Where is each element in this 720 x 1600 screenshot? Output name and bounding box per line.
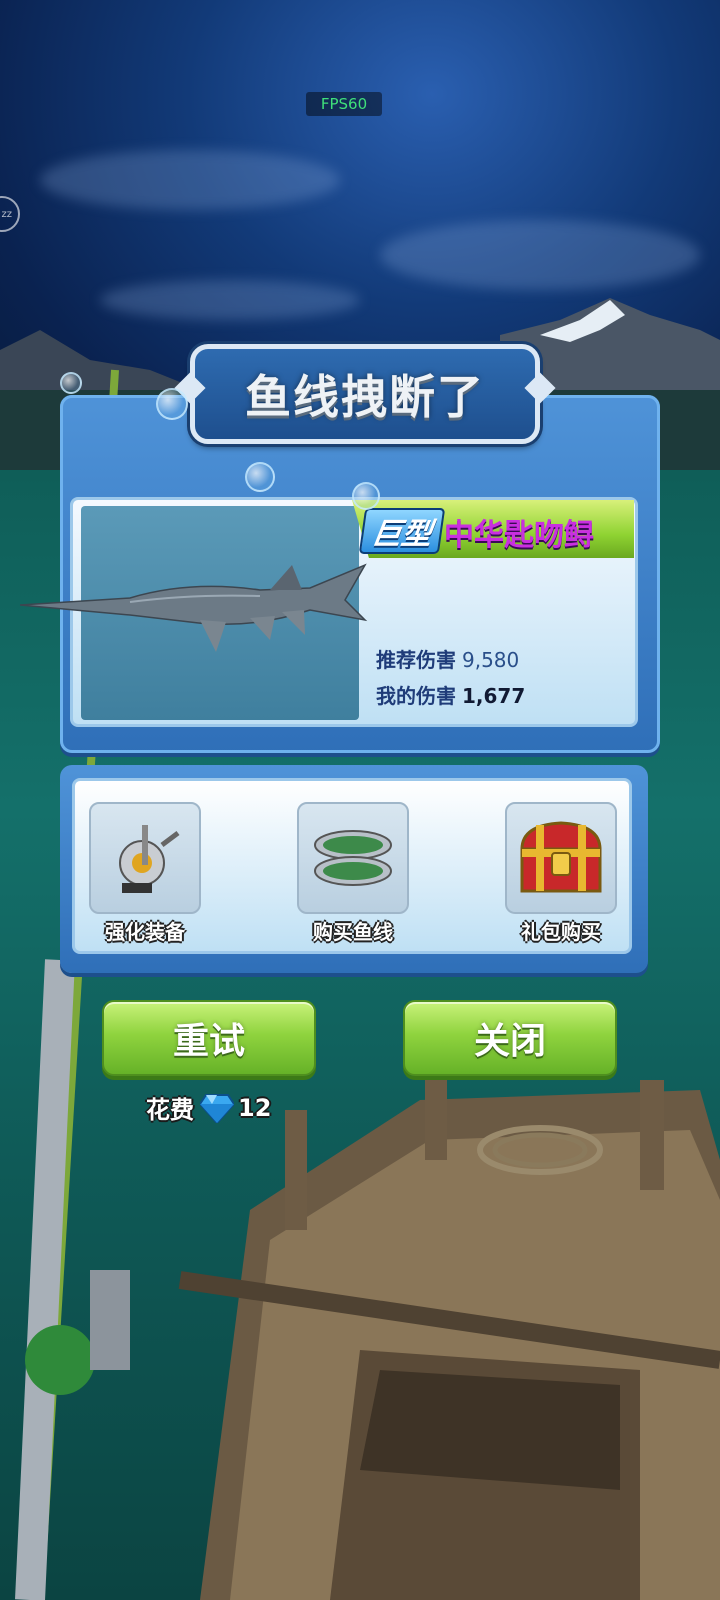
fishing-line-spool-icon	[297, 802, 409, 914]
upgrade-gear-option[interactable]: 强化装备	[80, 802, 210, 945]
gift-pack-label: 礼包购买	[521, 920, 601, 944]
bubble	[245, 462, 275, 492]
cost-label: 花费	[146, 1096, 194, 1124]
upgrade-gear-label: 强化装备	[105, 920, 185, 944]
my-damage-label: 我的伤害	[376, 684, 456, 708]
my-damage-value: 1,677	[462, 684, 526, 708]
recommended-damage-row: 推荐伤害 9,580	[376, 644, 519, 673]
fish-size-tag: 巨型	[358, 508, 446, 554]
fps-counter: FPS60	[306, 92, 382, 116]
bubble	[60, 372, 82, 394]
cost-amount: 12	[238, 1093, 272, 1122]
fish-name: 中华匙吻鲟	[444, 518, 594, 553]
bubble	[352, 482, 380, 510]
buy-line-label: 购买鱼线	[313, 920, 393, 944]
bubble	[156, 388, 188, 420]
retry-button[interactable]: 重试	[102, 1000, 316, 1076]
gift-pack-option[interactable]: 礼包购买	[496, 802, 626, 945]
treasure-chest-icon	[505, 802, 617, 914]
close-button[interactable]: 关闭	[403, 1000, 617, 1076]
fishing-reel-icon	[89, 802, 201, 914]
diamond-icon	[200, 1093, 234, 1123]
dialog-title-banner: 鱼线拽断了	[190, 344, 540, 444]
recommended-damage-value: 9,580	[462, 648, 520, 672]
recommended-damage-label: 推荐伤害	[376, 648, 456, 672]
buy-line-option[interactable]: 购买鱼线	[288, 802, 418, 945]
paddlefish-image	[20, 563, 368, 652]
my-damage-row: 我的伤害 1,677	[376, 680, 525, 709]
dialog-title: 鱼线拽断了	[245, 370, 485, 424]
retry-cost: 花费 12	[146, 1090, 271, 1125]
